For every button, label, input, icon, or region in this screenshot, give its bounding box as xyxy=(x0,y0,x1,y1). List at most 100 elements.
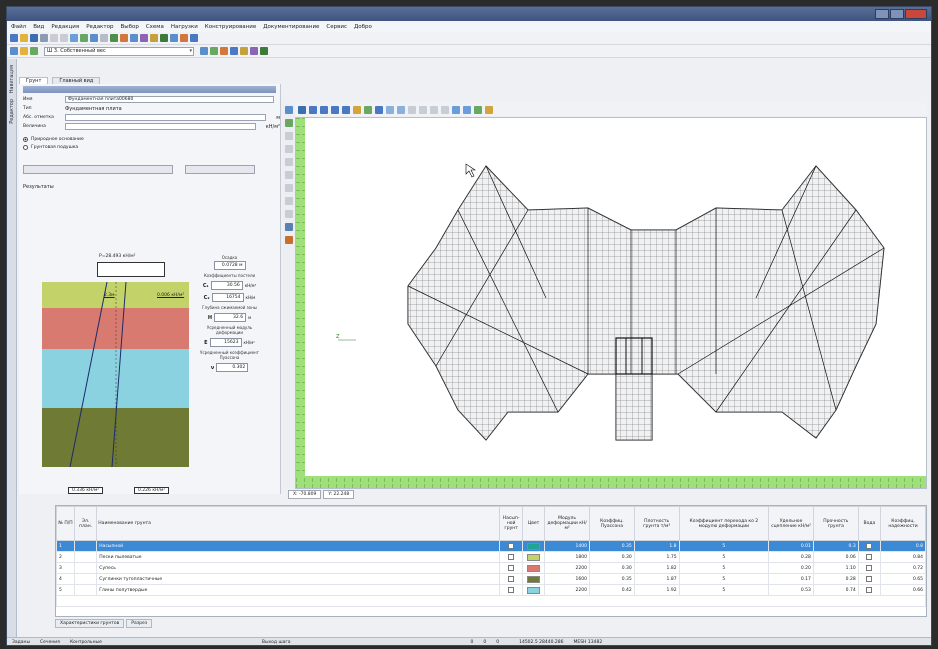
cell-color[interactable] xyxy=(521,551,546,563)
menu-scheme[interactable]: Схема xyxy=(146,24,164,30)
cell-value[interactable]: 5 xyxy=(678,573,770,585)
mesh-icon[interactable] xyxy=(200,47,208,55)
rect-icon[interactable] xyxy=(375,105,383,114)
color-swatch[interactable] xyxy=(527,542,541,550)
result-icon[interactable] xyxy=(160,34,168,42)
layer-icon[interactable] xyxy=(10,47,18,55)
load-case-select[interactable]: Ш 3. Собственный вес xyxy=(44,46,194,56)
table-row[interactable]: 5 Глины полутвердые 2200 0.42 1.92 5 0.53 0.74 0… xyxy=(56,584,926,596)
col-el[interactable]: Эл. план. xyxy=(73,506,98,541)
radio-cushion[interactable]: Грунтовая подушка xyxy=(19,143,280,151)
cell-value[interactable]: 1800 xyxy=(544,551,590,563)
table-icon[interactable] xyxy=(190,34,198,42)
checkbox[interactable] xyxy=(866,575,873,582)
col-cohesion[interactable]: Удельное сцепление кН/м² xyxy=(768,506,814,541)
cell-value[interactable]: 0.3 xyxy=(812,540,859,552)
cell-water[interactable] xyxy=(857,573,882,585)
copy-icon[interactable] xyxy=(408,105,416,114)
tab-characteristics[interactable]: Характеристики грунтов xyxy=(55,619,125,628)
col-water[interactable]: Вода xyxy=(857,506,882,541)
cell-water[interactable] xyxy=(857,584,882,596)
table-row-empty[interactable] xyxy=(56,595,926,607)
cell-value[interactable]: 1.87 xyxy=(633,573,680,585)
render-icon[interactable] xyxy=(285,223,293,231)
cell-value[interactable]: 1400 xyxy=(544,540,590,552)
select-icon[interactable] xyxy=(90,34,98,42)
folder-icon[interactable] xyxy=(20,47,28,55)
new-icon[interactable] xyxy=(10,34,18,42)
checkbox[interactable] xyxy=(508,575,515,582)
scale-icon[interactable] xyxy=(441,105,449,114)
cell-value[interactable]: 1.92 xyxy=(633,584,680,596)
cell-value[interactable]: 0.8 xyxy=(880,540,926,552)
strip-editor[interactable]: Редактор xyxy=(9,99,15,124)
menu-loads[interactable]: Нагрузки xyxy=(171,24,198,30)
color-swatch[interactable] xyxy=(527,575,541,583)
view-icon[interactable] xyxy=(170,34,178,42)
menu-file[interactable]: Файл xyxy=(11,24,26,30)
zoom-all-icon[interactable] xyxy=(331,105,339,114)
snap-mid-icon[interactable] xyxy=(463,105,471,114)
print-icon[interactable] xyxy=(40,34,48,42)
undo-icon[interactable] xyxy=(50,34,58,42)
cell-value[interactable]: 0.53 xyxy=(768,584,814,596)
status-item[interactable]: Контрольные xyxy=(65,640,107,645)
cell-value[interactable]: 0.30 xyxy=(589,551,635,563)
close-button[interactable] xyxy=(905,9,927,19)
col-modulus[interactable]: Модуль деформации кН/м² xyxy=(544,506,590,541)
cell-fill[interactable] xyxy=(499,584,523,596)
checkbox[interactable] xyxy=(508,542,515,549)
cell-name[interactable]: Суглинки тугопластичные xyxy=(96,573,501,585)
array-icon[interactable] xyxy=(430,105,438,114)
cell-value[interactable]: 0.35 xyxy=(589,540,635,552)
cell-value[interactable]: 1.10 xyxy=(812,562,859,574)
col-transition[interactable]: Коэффициент перехода ко 2 модулю деформа… xyxy=(678,506,770,541)
reinforcement-icon[interactable] xyxy=(260,47,268,55)
cell-fill[interactable] xyxy=(499,562,523,574)
cell-value[interactable]: 2200 xyxy=(544,562,590,574)
cell-value[interactable]: 0.28 xyxy=(768,551,814,563)
open-icon[interactable] xyxy=(20,34,28,42)
pointer-icon[interactable] xyxy=(285,106,293,114)
col-density[interactable]: Плотность грунта т/м³ xyxy=(633,506,680,541)
status-item[interactable]: Заданы xyxy=(7,640,35,645)
cell-value[interactable]: 1.8 xyxy=(633,540,680,552)
cell-value[interactable]: 0.72 xyxy=(880,562,926,574)
save-icon[interactable] xyxy=(30,34,38,42)
col-strength[interactable]: Прочность грунта xyxy=(812,506,859,541)
cell-name[interactable]: Супесь xyxy=(96,562,501,574)
force-icon[interactable] xyxy=(220,47,228,55)
calc-icon[interactable] xyxy=(150,34,158,42)
cell-value[interactable]: 0.01 xyxy=(768,540,814,552)
section-icon[interactable] xyxy=(285,158,293,166)
cell-value[interactable]: 0.28 xyxy=(812,573,859,585)
color-icon[interactable] xyxy=(180,34,188,42)
cell-value[interactable]: 0.06 xyxy=(812,551,859,563)
zoom-in-icon[interactable] xyxy=(309,105,317,114)
load-icon[interactable] xyxy=(130,34,138,42)
line-icon[interactable] xyxy=(364,105,372,114)
cell-value[interactable]: 0.74 xyxy=(812,584,859,596)
filter-icon[interactable] xyxy=(30,47,38,55)
check-icon[interactable] xyxy=(474,105,482,114)
cell-value[interactable]: 1.75 xyxy=(633,551,680,563)
cell-value[interactable]: 0.42 xyxy=(589,584,635,596)
col-reliability[interactable]: Коэффиц. надежности xyxy=(880,506,926,541)
mirror-icon[interactable] xyxy=(419,105,427,114)
cell-value[interactable]: 0.66 xyxy=(880,584,926,596)
menu-edit[interactable]: Редакция xyxy=(51,24,79,30)
pen-icon[interactable] xyxy=(353,105,361,114)
snap-icon[interactable] xyxy=(285,184,293,192)
zoom-icon[interactable] xyxy=(70,34,78,42)
cell-value[interactable]: 5 xyxy=(678,551,770,563)
cell-value[interactable]: 2200 xyxy=(544,584,590,596)
cell-name[interactable]: Пески пылеватые xyxy=(96,551,501,563)
cell-name[interactable]: Насыпной xyxy=(96,540,501,552)
measure-icon[interactable] xyxy=(285,145,293,153)
material-icon[interactable] xyxy=(285,236,293,244)
cell-name[interactable]: Глины полутвердые xyxy=(96,584,501,596)
radio-natural[interactable]: Природное основание xyxy=(19,135,280,143)
col-num[interactable]: № П/П xyxy=(56,506,75,541)
cell-color[interactable] xyxy=(521,562,546,574)
table-row[interactable]: 2 Пески пылеватые 1800 0.30 1.75 5 0.28 0.06 0.8… xyxy=(56,551,926,563)
